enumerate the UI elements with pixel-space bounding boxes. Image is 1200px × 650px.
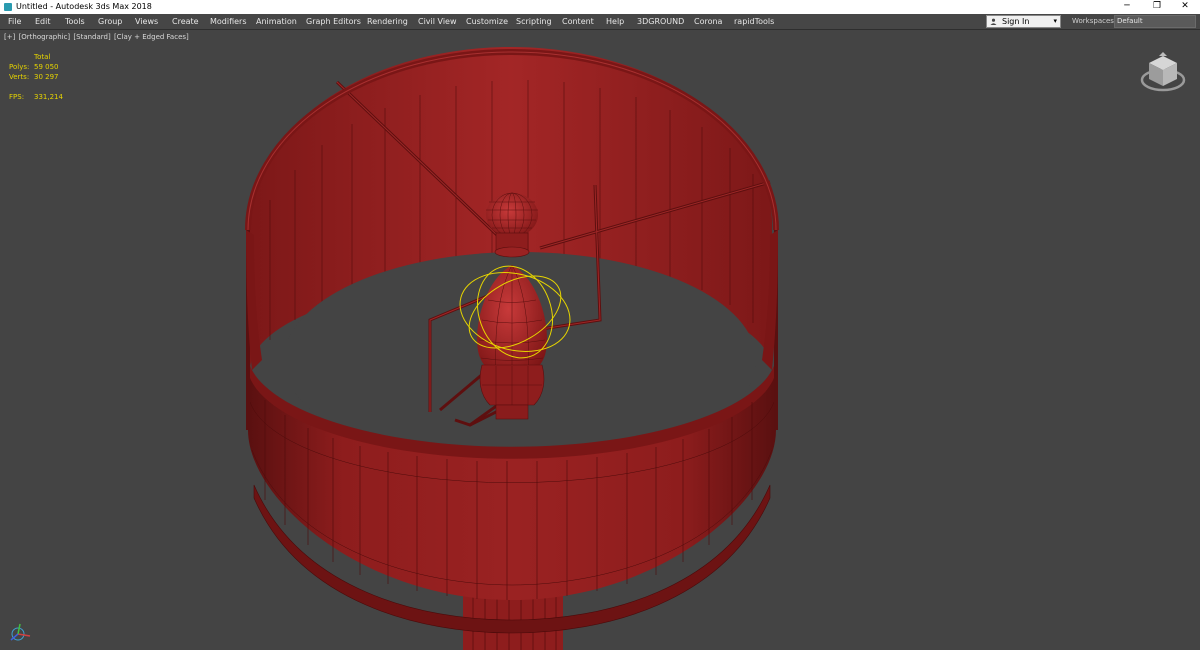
menu-views[interactable]: Views [135, 14, 158, 29]
menu-tools[interactable]: Tools [65, 14, 85, 29]
perspective-viewport[interactable]: [+] [Orthographic] [Standard] [Clay + Ed… [0, 30, 1200, 650]
viewport-general-menu[interactable]: [+] [4, 33, 15, 41]
menu-3dground[interactable]: 3DGROUND [637, 14, 684, 29]
stats-fps-value: 331,214 [34, 93, 63, 101]
menu-rapidtools[interactable]: rapidTools [734, 14, 774, 29]
stats-polys-value: 59 050 [34, 63, 59, 71]
close-button[interactable]: ✕ [1170, 0, 1200, 14]
menu-animation[interactable]: Animation [256, 14, 297, 29]
menu-create[interactable]: Create [172, 14, 199, 29]
stats-polys-label: Polys: [9, 63, 30, 71]
chevron-down-icon: ▾ [1053, 17, 1057, 25]
stats-verts-value: 30 297 [34, 73, 59, 81]
user-icon [990, 18, 997, 25]
menu-customize[interactable]: Customize [466, 14, 508, 29]
app-icon [4, 3, 12, 11]
title-bar: Untitled - Autodesk 3ds Max 2018 ─ ❐ ✕ [0, 0, 1200, 14]
menu-scripting[interactable]: Scripting [516, 14, 552, 29]
menu-corona[interactable]: Corona [694, 14, 722, 29]
menu-edit[interactable]: Edit [35, 14, 51, 29]
viewport-statistics: Total Polys: 59 050 Verts: 30 297 FPS: 331,… [9, 52, 89, 102]
menu-help[interactable]: Help [606, 14, 624, 29]
stats-fps-label: FPS: [9, 93, 25, 101]
workspaces-select[interactable]: Default [1114, 15, 1196, 28]
menu-content[interactable]: Content [562, 14, 594, 29]
viewport-label-menu: [+] [Orthographic] [Standard] [Clay + Ed… [4, 33, 190, 41]
viewport-scene [245, 46, 779, 650]
window-title: Untitled - Autodesk 3ds Max 2018 [16, 2, 152, 11]
menu-group[interactable]: Group [98, 14, 122, 29]
minimize-button[interactable]: ─ [1112, 0, 1142, 14]
app-window: Untitled - Autodesk 3ds Max 2018 ─ ❐ ✕ F… [0, 0, 1200, 650]
menu-civil-view[interactable]: Civil View [418, 14, 457, 29]
menu-file[interactable]: File [8, 14, 21, 29]
menu-rendering[interactable]: Rendering [367, 14, 408, 29]
viewport-shading-quality-menu[interactable]: [Standard] [73, 33, 110, 41]
stats-header: Total [34, 53, 51, 61]
menu-graph-editors[interactable]: Graph Editors [306, 14, 361, 29]
viewport-point-of-view-menu[interactable]: [Orthographic] [19, 33, 71, 41]
menu-modifiers[interactable]: Modifiers [210, 14, 247, 29]
workspaces-label: Workspaces: [1072, 17, 1117, 25]
lamp-finial [486, 193, 538, 237]
stats-verts-label: Verts: [9, 73, 30, 81]
viewport-shading-mode-menu[interactable]: [Clay + Edged Faces] [114, 33, 189, 41]
axis-tripod-icon [10, 623, 31, 641]
menu-bar: File Edit Tools Group Views Create Modif… [0, 14, 1200, 30]
viewcube-icon[interactable] [1140, 50, 1186, 94]
sign-in-label: Sign In [1002, 17, 1030, 26]
maximize-button[interactable]: ❐ [1142, 0, 1172, 14]
sign-in-dropdown[interactable]: Sign In ▾ [986, 15, 1061, 28]
